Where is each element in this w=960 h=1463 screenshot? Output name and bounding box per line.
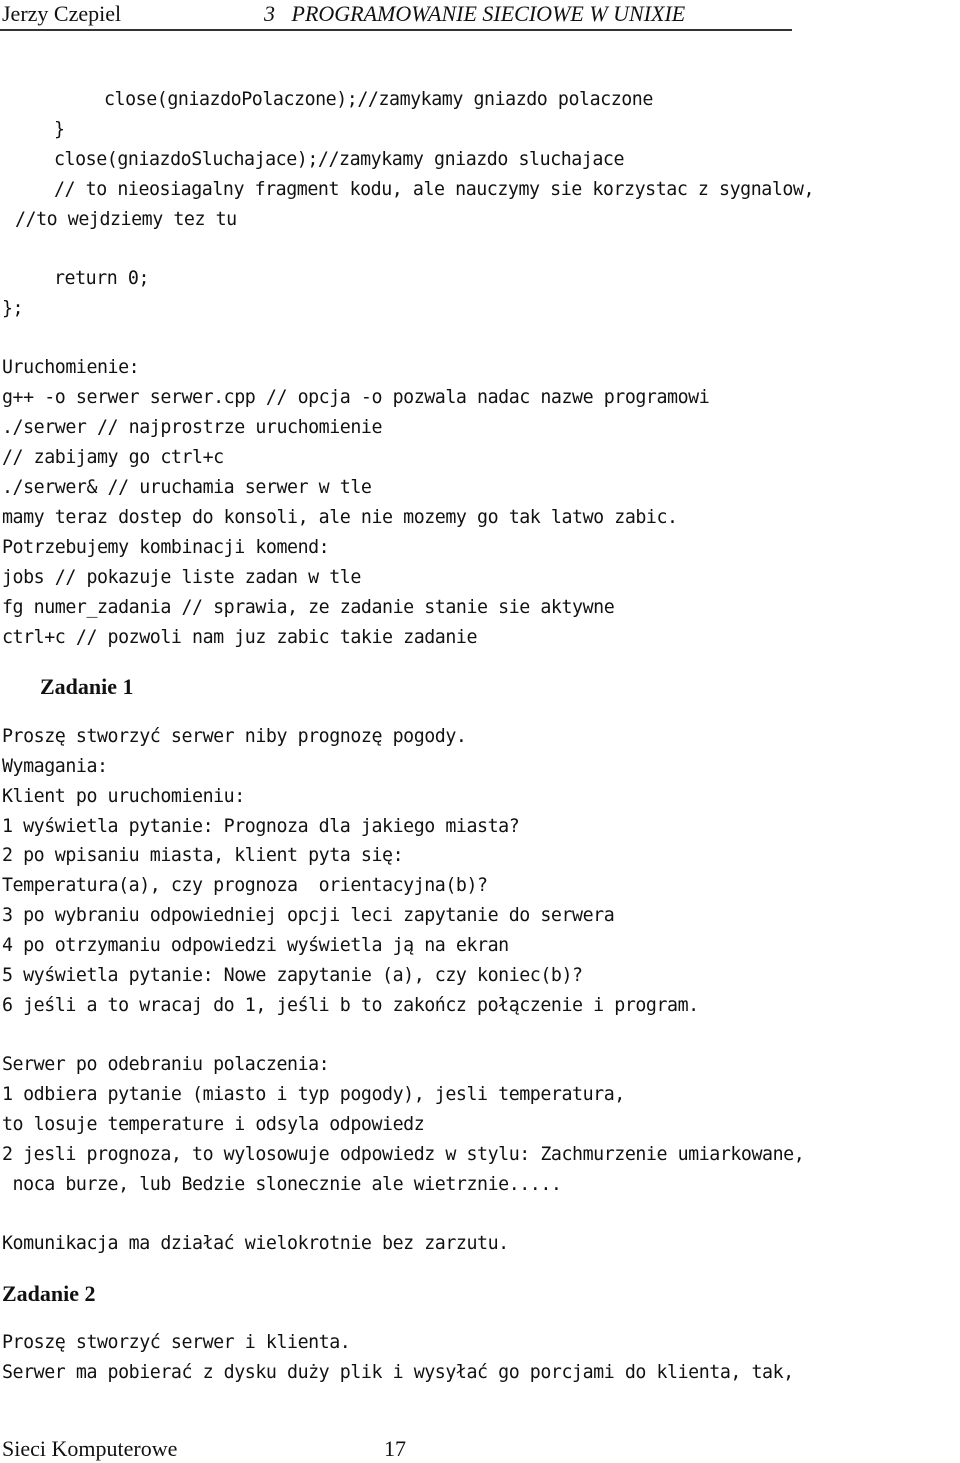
header-chapter-title: PROGRAMOWANIE SIECIOWE W UNIXIE bbox=[291, 1, 686, 26]
page-header: Jerzy Czepiel 3 PROGRAMOWANIE SIECIOWE W… bbox=[0, 0, 792, 31]
run-line: Uruchomienie: bbox=[2, 357, 140, 378]
server-line: 1 odbiera pytanie (miasto i typ pogody),… bbox=[2, 1084, 625, 1105]
code-line: }; bbox=[2, 298, 24, 319]
code-line: close(gniazdoPolaczone);//zamykamy gniaz… bbox=[104, 89, 653, 110]
code-line: } bbox=[54, 119, 65, 140]
header-author: Jerzy Czepiel bbox=[2, 1, 122, 26]
task1-line: 4 po otrzymaniu odpowiedzi wyświetla ją … bbox=[2, 935, 509, 956]
footer-course: Sieci Komputerowe bbox=[2, 1436, 178, 1461]
task1-line: 6 jeśli a to wracaj do 1, jeśli b to zak… bbox=[2, 995, 699, 1016]
run-line: // zabijamy go ctrl+c bbox=[2, 447, 224, 468]
code-line: close(gniazdoSluchajace);//zamykamy gnia… bbox=[54, 149, 625, 170]
task1-line: 2 po wpisaniu miasta, klient pyta się: bbox=[2, 845, 404, 866]
server-line: noca burze, lub Bedzie slonecznie ale wi… bbox=[2, 1174, 562, 1195]
run-line: g++ -o serwer serwer.cpp // opcja -o poz… bbox=[2, 387, 710, 408]
run-line: jobs // pokazuje liste zadan w tle bbox=[2, 567, 361, 588]
code-line: //to wejdziemy tez tu bbox=[15, 209, 237, 230]
task1-line: 1 wyświetla pytanie: Prognoza dla jakieg… bbox=[2, 816, 520, 837]
code-line: // to nieosiagalny fragment kodu, ale na… bbox=[54, 179, 815, 200]
footer-page-number: 17 bbox=[384, 1436, 406, 1461]
task1-line: Proszę stworzyć serwer niby prognozę pog… bbox=[2, 726, 467, 747]
run-line: mamy teraz dostep do konsoli, ale nie mo… bbox=[2, 507, 678, 528]
run-line: ctrl+c // pozwoli nam juz zabic takie za… bbox=[2, 627, 478, 648]
task1-line: 3 po wybraniu odpowiedniej opcji leci za… bbox=[2, 905, 615, 926]
header-chapter-number: 3 bbox=[264, 1, 275, 26]
task1-line: Wymagania: bbox=[2, 756, 108, 777]
task2-line: Serwer ma pobierać z dysku duży plik i w… bbox=[2, 1362, 794, 1383]
code-line: return 0; bbox=[54, 268, 150, 289]
task2-line: Proszę stworzyć serwer i klienta. bbox=[2, 1332, 351, 1353]
run-line: fg numer_zadania // sprawia, ze zadanie … bbox=[2, 597, 615, 618]
header-chapter: 3 PROGRAMOWANIE SIECIOWE W UNIXIE bbox=[264, 1, 685, 27]
server-line: Serwer po odebraniu polaczenia: bbox=[2, 1054, 330, 1075]
task1-line: Klient po uruchomieniu: bbox=[2, 786, 245, 807]
server-line: to losuje temperature i odsyla odpowiedz bbox=[2, 1114, 425, 1135]
task1-line: 5 wyświetla pytanie: Nowe zapytanie (a),… bbox=[2, 965, 583, 986]
task1-closing: Komunikacja ma działać wielokrotnie bez … bbox=[2, 1233, 509, 1254]
server-line: 2 jesli prognoza, to wylosowuje odpowied… bbox=[2, 1144, 805, 1165]
run-line: ./serwer& // uruchamia serwer w tle bbox=[2, 477, 372, 498]
task1-line: Temperatura(a), czy prognoza orientacyjn… bbox=[2, 875, 488, 896]
task1-heading: Zadanie 1 bbox=[40, 674, 134, 699]
task2-heading: Zadanie 2 bbox=[2, 1281, 96, 1306]
run-line: ./serwer // najprostrze uruchomienie bbox=[2, 417, 383, 438]
run-line: Potrzebujemy kombinacji komend: bbox=[2, 537, 330, 558]
